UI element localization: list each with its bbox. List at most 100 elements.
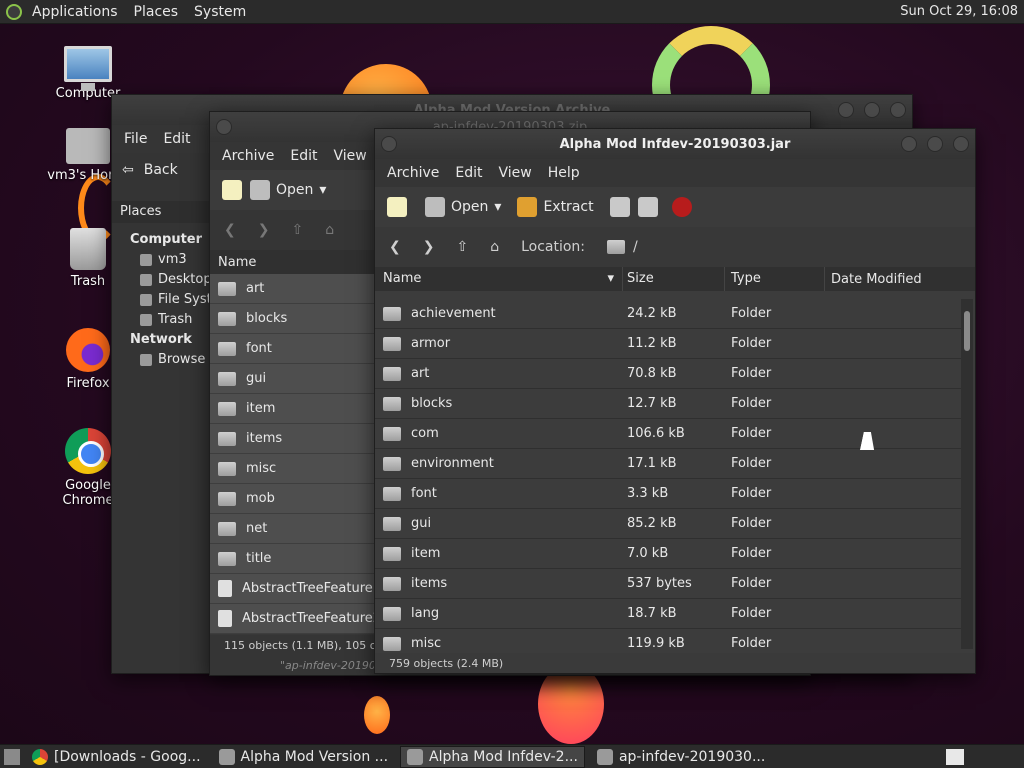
cell-size: 24.2 kB — [627, 306, 677, 321]
sidebar-item-trash[interactable]: Trash — [112, 309, 212, 329]
cell-name-text: blocks — [411, 396, 453, 411]
menu-system[interactable]: System — [188, 4, 252, 20]
top-panel-menus: Applications Places System — [0, 3, 252, 20]
menu-edit[interactable]: Edit — [449, 165, 488, 181]
menu-archive[interactable]: Archive — [216, 148, 280, 164]
sidebar: Computer vm3 Desktop File System Trash N… — [112, 229, 264, 369]
back-arrow-icon[interactable]: ❮ — [224, 222, 236, 238]
mate-logo-icon[interactable] — [6, 3, 22, 20]
taskbar-button[interactable]: ap-infdev-2019030... — [591, 746, 771, 768]
chevron-down-icon[interactable]: ▾ — [494, 199, 501, 215]
taskbar-button[interactable]: Alpha Mod Version ... — [213, 746, 395, 768]
table-row[interactable]: gui 85.2 kB Folder — [375, 509, 961, 539]
minimize-button[interactable] — [901, 136, 917, 152]
cell-name-text: armor — [411, 336, 451, 351]
sidebar-item-vm3[interactable]: vm3 — [112, 249, 212, 269]
taskbar-button[interactable]: Alpha Mod Infdev-2... — [400, 745, 585, 768]
window-menu-button[interactable] — [216, 119, 232, 135]
extract-button[interactable]: Extract — [517, 197, 594, 217]
workspace-switcher[interactable] — [946, 748, 964, 765]
sidebar-group-computer: Computer — [130, 232, 203, 247]
panel-clock[interactable]: Sun Oct 29, 16:08 — [900, 4, 1024, 19]
sidebar-item-desktop[interactable]: Desktop — [112, 269, 212, 289]
cell-name: items — [375, 576, 623, 591]
menu-view[interactable]: View — [493, 165, 538, 181]
forward-arrow-icon[interactable]: ❯ — [423, 239, 435, 255]
folder-icon — [383, 486, 401, 501]
taskbar-button[interactable]: [Downloads - Goog... — [26, 746, 207, 768]
table-row[interactable]: blocks 12.7 kB Folder — [375, 389, 961, 419]
open-icon — [425, 197, 445, 217]
menu-edit[interactable]: Edit — [284, 148, 323, 164]
sidebar-item-filesystem[interactable]: File System — [112, 289, 232, 309]
add-files-button[interactable] — [609, 197, 630, 217]
table-row[interactable]: art 70.8 kB Folder — [375, 359, 961, 389]
open-button[interactable]: Open ▾ — [250, 180, 326, 200]
folder-icon — [218, 401, 236, 416]
menu-view[interactable]: View — [328, 148, 373, 164]
forward-arrow-icon[interactable]: ❯ — [258, 222, 270, 238]
back-arrow-icon[interactable]: ❮ — [389, 239, 401, 255]
cell-name-text: font — [411, 486, 437, 501]
up-arrow-icon[interactable]: ⇧ — [291, 222, 303, 238]
home-icon[interactable]: ⌂ — [490, 239, 499, 255]
close-button[interactable] — [953, 136, 969, 152]
maximize-button[interactable] — [864, 102, 880, 118]
new-archive-button[interactable] — [387, 197, 407, 217]
table-row[interactable]: item 7.0 kB Folder — [375, 539, 961, 569]
new-archive-button[interactable] — [222, 180, 242, 200]
table-row[interactable]: lang 18.7 kB Folder — [375, 599, 961, 629]
menu-applications[interactable]: Applications — [26, 4, 124, 20]
chevron-down-icon[interactable]: ▾ — [319, 182, 326, 198]
column-date-modified[interactable]: Date Modified — [825, 272, 975, 287]
window-menu-button[interactable] — [381, 136, 397, 152]
cell-type: Folder — [731, 456, 772, 471]
vertical-scrollbar[interactable] — [961, 299, 973, 649]
desktop-icon-computer[interactable]: Computer — [40, 46, 136, 101]
list-item-name: items — [246, 431, 283, 446]
back-button[interactable]: Back — [144, 162, 178, 178]
menu-help[interactable]: Help — [542, 165, 586, 181]
scrollbar-thumb[interactable] — [964, 311, 970, 351]
location-value[interactable]: / — [633, 239, 638, 255]
task-list: [Downloads - Goog... Alpha Mod Version ..… — [26, 745, 771, 768]
titlebar[interactable]: Alpha Mod Infdev-20190303.jar — [375, 129, 975, 159]
menu-places[interactable]: Places — [128, 4, 185, 20]
open-button[interactable]: Open ▾ — [425, 197, 501, 217]
archive-file-list: achievement 24.2 kB Folder armor 11.2 kB Fold… — [375, 299, 961, 659]
close-button[interactable] — [890, 102, 906, 118]
table-row[interactable]: font 3.3 kB Folder — [375, 479, 961, 509]
open-icon — [250, 180, 270, 200]
column-type[interactable]: Type — [725, 267, 825, 291]
cell-type: Folder — [731, 426, 772, 441]
maximize-button[interactable] — [927, 136, 943, 152]
folder-icon — [383, 606, 401, 621]
sidebar-item-browse-network[interactable]: Browse Network — [112, 349, 264, 369]
places-selector[interactable]: Places — [112, 201, 212, 223]
cell-name: com — [375, 426, 623, 441]
minimize-button[interactable] — [838, 102, 854, 118]
add-folder-icon — [637, 197, 658, 217]
cell-size: 3.3 kB — [627, 486, 669, 501]
add-folder-button[interactable] — [637, 197, 658, 217]
table-row[interactable]: environment 17.1 kB Folder — [375, 449, 961, 479]
column-name[interactable]: Name ▾ — [375, 267, 623, 291]
table-row[interactable]: achievement 24.2 kB Folder — [375, 299, 961, 329]
show-desktop-button[interactable] — [4, 748, 20, 765]
menu-file[interactable]: File — [118, 131, 153, 147]
folder-icon — [383, 546, 401, 561]
up-arrow-icon[interactable]: ⇧ — [456, 239, 468, 255]
folder-icon — [383, 576, 401, 591]
menu-archive[interactable]: Archive — [381, 165, 445, 181]
sidebar-item-label: Trash — [158, 312, 193, 327]
column-name[interactable]: Name — [210, 255, 256, 270]
table-row[interactable]: items 537 bytes Folder — [375, 569, 961, 599]
stop-button[interactable] — [671, 197, 692, 217]
jar-archive-window[interactable]: Alpha Mod Infdev-20190303.jar Archive Ed… — [374, 128, 976, 674]
list-item-name: net — [246, 521, 268, 536]
home-icon[interactable]: ⌂ — [325, 222, 334, 238]
column-size[interactable]: Size — [623, 267, 725, 291]
cell-size: 18.7 kB — [627, 606, 677, 621]
table-row[interactable]: armor 11.2 kB Folder — [375, 329, 961, 359]
menu-edit[interactable]: Edit — [157, 131, 196, 147]
